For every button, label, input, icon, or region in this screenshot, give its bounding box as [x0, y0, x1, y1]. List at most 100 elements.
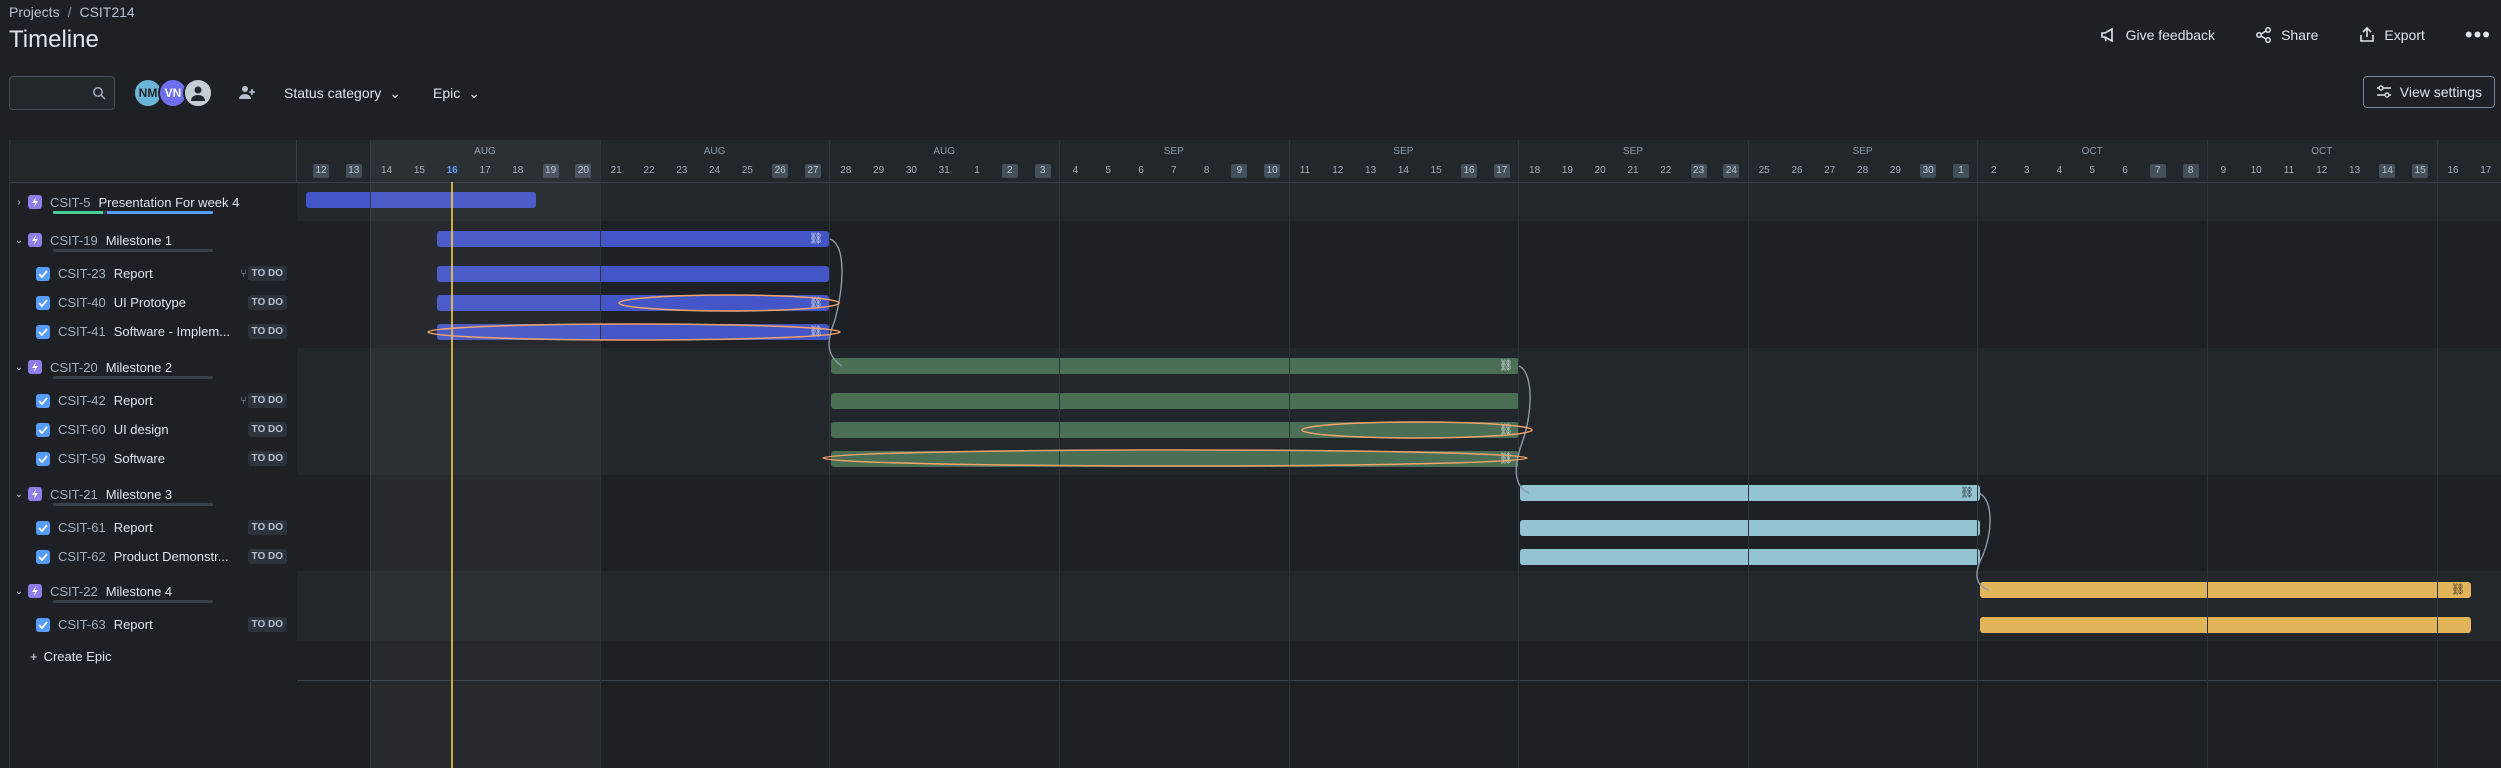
link-icon[interactable]: ⛓: [809, 232, 823, 245]
status-badge[interactable]: TO DO: [247, 393, 287, 408]
list-item[interactable]: ⌄ CSIT-22 Milestone 4: [10, 572, 297, 610]
chevron-down-icon[interactable]: ⌄: [10, 586, 28, 597]
day-label: 4: [1072, 165, 1079, 176]
list-item[interactable]: CSIT-41 Software - Implem... TO DO: [10, 317, 297, 346]
status-badge[interactable]: TO DO: [247, 324, 287, 339]
search-input[interactable]: [9, 76, 115, 110]
month-header: AUG AUG AUG SEP SEP SEP SEP OCT OCT: [297, 140, 2501, 160]
issue-key[interactable]: CSIT-5: [50, 195, 90, 210]
issue-key[interactable]: CSIT-42: [58, 393, 106, 408]
list-item[interactable]: CSIT-40 UI Prototype TO DO: [10, 288, 297, 317]
task-bar-csit-63[interactable]: [1980, 617, 2471, 633]
breadcrumb-projects-link[interactable]: Projects: [9, 4, 60, 20]
issue-key[interactable]: CSIT-20: [50, 360, 98, 375]
issue-key[interactable]: CSIT-60: [58, 422, 106, 437]
issue-summary[interactable]: Milestone 1: [106, 233, 172, 248]
timeline: AUG AUG AUG SEP SEP SEP SEP OCT OCT 12 13 14 15 16 17…: [9, 140, 2501, 768]
issue-key[interactable]: CSIT-22: [50, 584, 98, 599]
epic-bar-csit-20[interactable]: ⛓: [831, 358, 1519, 374]
issue-key[interactable]: CSIT-40: [58, 295, 106, 310]
list-item[interactable]: CSIT-42 Report ⑂ TO DO: [10, 386, 297, 415]
epic-bar-csit-22[interactable]: ⛓: [1980, 582, 2471, 598]
chevron-down-icon[interactable]: ⌄: [10, 235, 28, 246]
today-marker: [451, 182, 454, 768]
link-icon[interactable]: ⛓: [809, 296, 823, 309]
row-band: [297, 475, 2501, 571]
link-icon[interactable]: ⛓: [1499, 452, 1513, 465]
epic-filter[interactable]: Epic ⌄: [423, 85, 490, 102]
list-item[interactable]: CSIT-62 Product Demonstr... TO DO: [10, 542, 297, 571]
issue-summary[interactable]: Milestone 2: [106, 360, 172, 375]
link-icon[interactable]: ⛓: [2451, 583, 2465, 596]
issue-summary[interactable]: Report: [114, 520, 153, 535]
day-label: 12: [313, 164, 329, 178]
export-button[interactable]: Export: [2358, 26, 2425, 44]
list-item[interactable]: CSIT-61 Report TO DO: [10, 513, 297, 542]
issue-summary[interactable]: Report: [114, 266, 153, 281]
list-item[interactable]: CSIT-59 Software TO DO: [10, 444, 297, 473]
issue-summary[interactable]: Milestone 3: [106, 487, 172, 502]
issue-key[interactable]: CSIT-61: [58, 520, 106, 535]
status-badge[interactable]: TO DO: [247, 295, 287, 310]
link-icon[interactable]: ⛓: [1499, 359, 1513, 372]
issue-key[interactable]: CSIT-19: [50, 233, 98, 248]
task-bar-csit-60[interactable]: ⛓: [831, 422, 1519, 438]
view-settings-label: View settings: [2399, 84, 2482, 100]
task-bar-csit-62[interactable]: [1520, 549, 1980, 565]
share-button[interactable]: Share: [2255, 26, 2318, 44]
issue-key[interactable]: CSIT-23: [58, 266, 106, 281]
issue-key[interactable]: CSIT-21: [50, 487, 98, 502]
issue-summary[interactable]: Software - Implem...: [114, 324, 230, 339]
create-epic-button[interactable]: + Create Epic: [30, 649, 112, 664]
issue-key[interactable]: CSIT-41: [58, 324, 106, 339]
chevron-down-icon[interactable]: ⌄: [10, 362, 28, 373]
issue-summary[interactable]: Report: [114, 393, 153, 408]
add-people-button[interactable]: [232, 78, 262, 108]
issue-key[interactable]: CSIT-63: [58, 617, 106, 632]
chevron-down-icon[interactable]: ⌄: [10, 489, 28, 500]
week-divider: [1747, 140, 1749, 768]
list-item[interactable]: › CSIT-5 Presentation For week 4: [10, 183, 297, 221]
day-label: 21: [1627, 165, 1639, 176]
list-item[interactable]: CSIT-60 UI design TO DO: [10, 415, 297, 444]
list-item[interactable]: ⌄ CSIT-20 Milestone 2: [10, 348, 297, 386]
link-icon[interactable]: ⛓: [1499, 423, 1513, 436]
avatar-unassigned[interactable]: [183, 78, 213, 108]
task-bar-csit-59[interactable]: ⛓: [831, 451, 1519, 467]
list-item[interactable]: CSIT-63 Report TO DO: [10, 610, 297, 639]
list-item[interactable]: ⌄ CSIT-19 Milestone 1: [10, 221, 297, 259]
status-category-filter[interactable]: Status category ⌄: [274, 85, 411, 102]
chevron-right-icon[interactable]: ›: [10, 197, 28, 208]
status-badge[interactable]: TO DO: [247, 422, 287, 437]
issue-summary[interactable]: UI Prototype: [114, 295, 186, 310]
status-badge[interactable]: TO DO: [247, 549, 287, 564]
issue-summary[interactable]: Software: [114, 451, 165, 466]
give-feedback-button[interactable]: Give feedback: [2100, 26, 2215, 44]
issue-key[interactable]: CSIT-62: [58, 549, 106, 564]
status-badge[interactable]: TO DO: [247, 520, 287, 535]
status-badge[interactable]: TO DO: [247, 266, 287, 281]
task-bar-csit-61[interactable]: [1520, 520, 1980, 536]
month-label: SEP: [1163, 146, 1184, 157]
task-checkbox-icon: [36, 266, 50, 281]
child-issues-icon: ⑂: [240, 394, 247, 407]
more-options-icon[interactable]: •••: [2465, 24, 2491, 46]
issue-summary[interactable]: UI design: [114, 422, 169, 437]
epic-bar-csit-21[interactable]: ⛓: [1520, 485, 1980, 501]
task-bar-csit-42[interactable]: [831, 393, 1519, 409]
day-label: 4: [2056, 165, 2063, 176]
issue-summary[interactable]: Presentation For week 4: [98, 195, 239, 210]
link-icon[interactable]: ⛓: [1960, 486, 1974, 499]
link-icon[interactable]: ⛓: [809, 325, 823, 338]
breadcrumb-project-link[interactable]: CSIT214: [79, 4, 134, 20]
issue-summary[interactable]: Report: [114, 617, 153, 632]
list-item[interactable]: ⌄ CSIT-21 Milestone 3: [10, 475, 297, 513]
day-label: 29: [1889, 165, 1901, 176]
issue-summary[interactable]: Product Demonstr...: [114, 549, 229, 564]
status-badge[interactable]: TO DO: [247, 451, 287, 466]
issue-summary[interactable]: Milestone 4: [106, 584, 172, 599]
issue-key[interactable]: CSIT-59: [58, 451, 106, 466]
status-badge[interactable]: TO DO: [247, 617, 287, 632]
list-item[interactable]: CSIT-23 Report ⑂ TO DO: [10, 259, 297, 288]
view-settings-button[interactable]: View settings: [2362, 76, 2495, 108]
